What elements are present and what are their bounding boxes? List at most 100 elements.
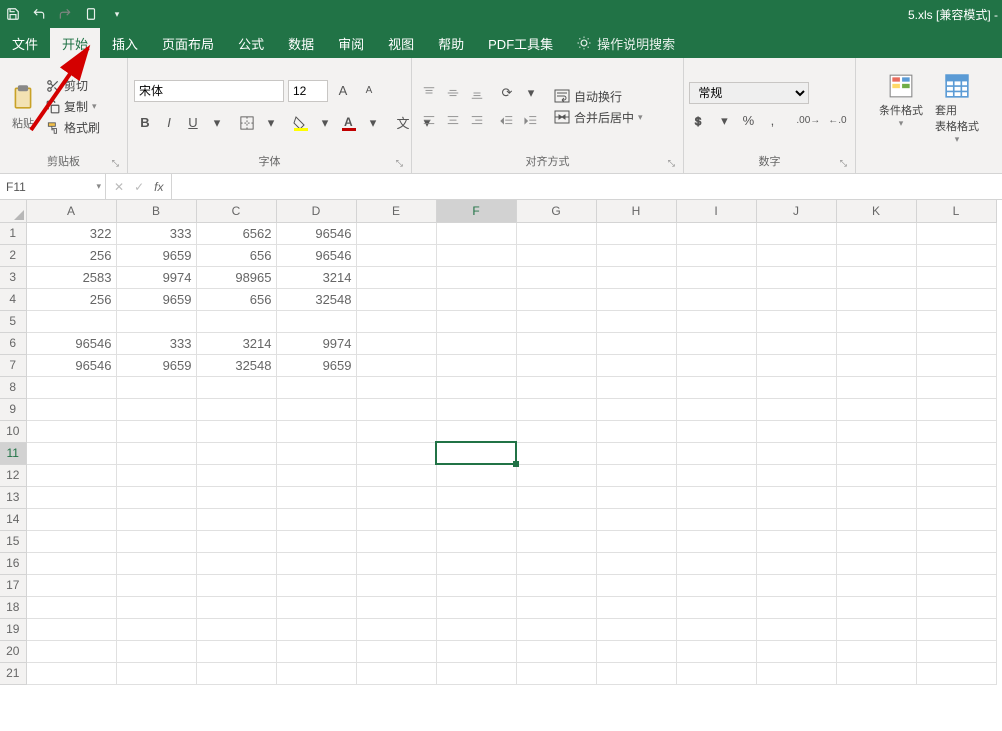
column-header[interactable]: I — [676, 200, 756, 222]
cell[interactable]: 322 — [26, 222, 116, 244]
cell[interactable] — [836, 640, 916, 662]
cell[interactable] — [276, 552, 356, 574]
column-header[interactable]: H — [596, 200, 676, 222]
cell[interactable] — [836, 376, 916, 398]
cell[interactable] — [26, 376, 116, 398]
cell[interactable] — [676, 618, 756, 640]
row-header[interactable]: 1 — [0, 222, 26, 244]
accounting-format-icon[interactable]: $ — [689, 110, 711, 132]
row-header[interactable]: 4 — [0, 288, 26, 310]
cell[interactable] — [676, 354, 756, 376]
cell[interactable] — [916, 222, 996, 244]
tab-review[interactable]: 审阅 — [326, 28, 376, 58]
cell[interactable] — [276, 420, 356, 442]
cell[interactable]: 333 — [116, 332, 196, 354]
cell[interactable] — [356, 288, 436, 310]
cell[interactable] — [276, 530, 356, 552]
decrease-decimal-icon[interactable]: ←.0 — [825, 110, 849, 132]
cell[interactable] — [516, 266, 596, 288]
cell[interactable] — [436, 552, 516, 574]
cell[interactable] — [836, 244, 916, 266]
cell[interactable] — [516, 376, 596, 398]
cell[interactable] — [676, 442, 756, 464]
cell[interactable] — [596, 354, 676, 376]
cell[interactable] — [516, 596, 596, 618]
cell[interactable]: 96546 — [26, 354, 116, 376]
cell[interactable] — [676, 398, 756, 420]
cell[interactable] — [436, 640, 516, 662]
cell[interactable] — [26, 552, 116, 574]
cell[interactable] — [836, 596, 916, 618]
cell[interactable] — [26, 508, 116, 530]
cell[interactable] — [916, 332, 996, 354]
cell[interactable] — [756, 244, 836, 266]
cell[interactable] — [676, 222, 756, 244]
cell[interactable] — [516, 552, 596, 574]
cell[interactable] — [756, 640, 836, 662]
cell[interactable] — [756, 662, 836, 684]
row-header[interactable]: 16 — [0, 552, 26, 574]
cell[interactable] — [276, 508, 356, 530]
cell[interactable] — [436, 442, 516, 464]
column-header[interactable]: A — [26, 200, 116, 222]
cell[interactable] — [596, 376, 676, 398]
row-header[interactable]: 20 — [0, 640, 26, 662]
cell[interactable] — [916, 266, 996, 288]
cell[interactable] — [116, 596, 196, 618]
cell[interactable] — [836, 508, 916, 530]
cell[interactable] — [596, 310, 676, 332]
cell[interactable] — [436, 354, 516, 376]
row-header[interactable]: 12 — [0, 464, 26, 486]
cell[interactable] — [26, 574, 116, 596]
cell[interactable] — [436, 222, 516, 244]
cell[interactable] — [516, 244, 596, 266]
cell[interactable] — [596, 640, 676, 662]
cell[interactable] — [596, 222, 676, 244]
tab-pdf[interactable]: PDF工具集 — [476, 28, 565, 58]
worksheet-grid[interactable]: ABCDEFGHIJKL1322333656296546225696596569… — [0, 200, 1002, 685]
cell[interactable]: 9659 — [116, 354, 196, 376]
cell[interactable] — [596, 530, 676, 552]
cell[interactable] — [436, 508, 516, 530]
cell[interactable] — [116, 662, 196, 684]
increase-decimal-icon[interactable]: .00→ — [793, 110, 823, 132]
cell[interactable] — [676, 376, 756, 398]
cell[interactable] — [836, 266, 916, 288]
cell[interactable] — [356, 618, 436, 640]
fill-color-dropdown-icon[interactable]: ▾ — [314, 112, 336, 134]
cell[interactable] — [196, 508, 276, 530]
cell[interactable] — [916, 442, 996, 464]
cell[interactable] — [276, 464, 356, 486]
cell[interactable] — [516, 486, 596, 508]
cell[interactable] — [356, 222, 436, 244]
cell[interactable] — [116, 530, 196, 552]
cell[interactable] — [836, 618, 916, 640]
cell[interactable] — [356, 266, 436, 288]
paste-icon[interactable] — [10, 83, 36, 113]
increase-font-icon[interactable]: A — [332, 80, 354, 102]
align-middle-icon[interactable] — [442, 82, 464, 104]
cell[interactable] — [26, 662, 116, 684]
cell[interactable] — [916, 574, 996, 596]
cell[interactable] — [356, 662, 436, 684]
cell[interactable] — [756, 266, 836, 288]
cancel-formula-icon[interactable]: ✕ — [114, 180, 124, 194]
cell[interactable] — [356, 442, 436, 464]
cell[interactable] — [436, 486, 516, 508]
cell[interactable] — [596, 464, 676, 486]
cell[interactable] — [676, 552, 756, 574]
dialog-launcher-icon[interactable]: ⤡ — [668, 158, 675, 169]
cell[interactable] — [436, 376, 516, 398]
cell[interactable] — [916, 530, 996, 552]
cell[interactable] — [596, 596, 676, 618]
cell[interactable] — [276, 618, 356, 640]
cell[interactable] — [516, 442, 596, 464]
cell[interactable] — [756, 222, 836, 244]
cell[interactable] — [26, 530, 116, 552]
cell[interactable] — [756, 552, 836, 574]
copy-button[interactable]: 复制 ▾ — [44, 97, 102, 116]
dialog-launcher-icon[interactable]: ⤡ — [840, 158, 847, 169]
cell[interactable] — [916, 354, 996, 376]
redo-icon[interactable] — [56, 5, 74, 23]
cell[interactable] — [676, 640, 756, 662]
